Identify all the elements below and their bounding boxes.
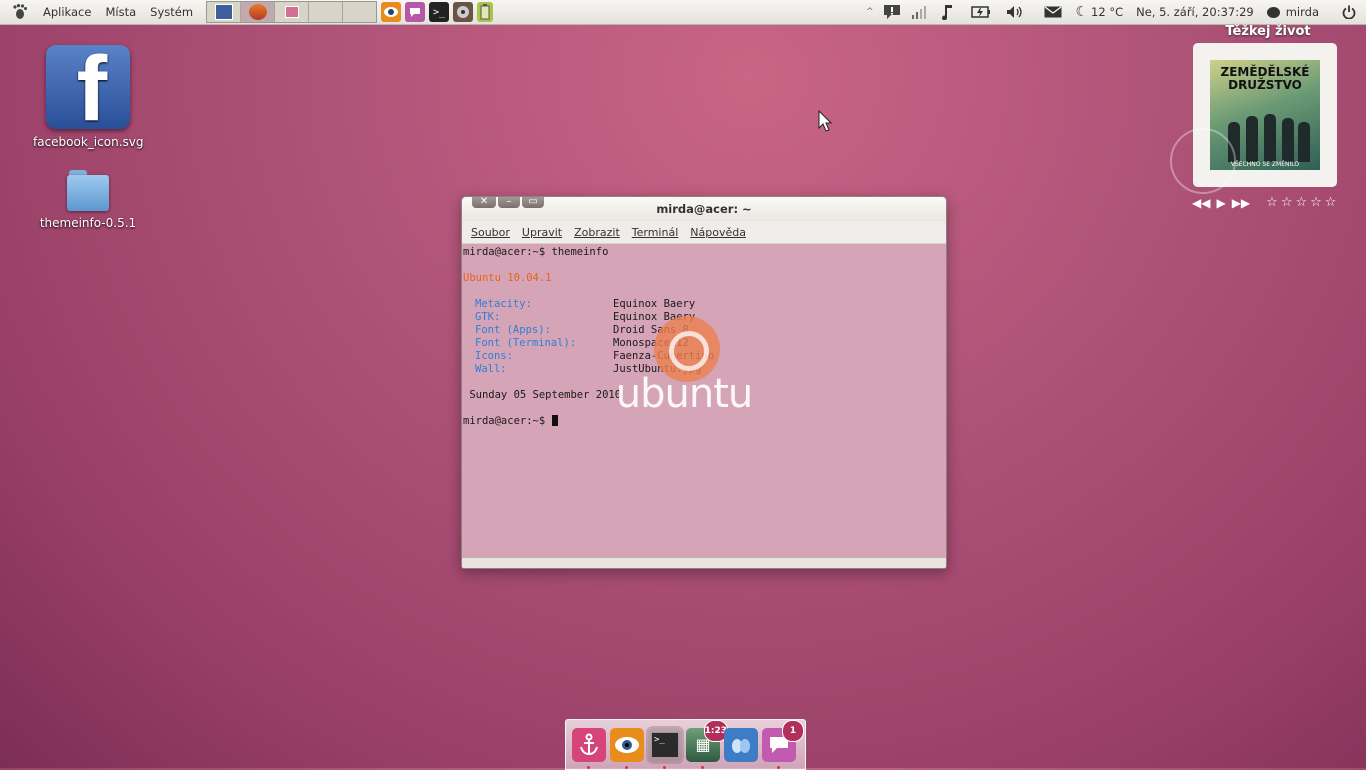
mouse-pointer-icon — [818, 110, 832, 132]
menu-mista[interactable]: Místa — [98, 5, 143, 19]
menu-soubor[interactable]: Soubor — [465, 226, 516, 239]
workspace-1[interactable] — [207, 2, 242, 22]
dock-item-empathy[interactable] — [724, 727, 758, 762]
menu-aplikace[interactable]: Aplikace — [36, 5, 98, 19]
play-icon[interactable]: ▶ — [1216, 196, 1225, 210]
terminal-line-distro: Ubuntu 10.04.1 — [463, 272, 552, 284]
system-tray: ^ ☾ 12 °C Ne, 5. září, 20:37:29 mirda — [861, 0, 1366, 24]
terminal-window: ✕ – ▭ mirda@acer: ~ Soubor Upravit Zobra… — [461, 196, 947, 569]
battery-icon[interactable] — [962, 0, 1000, 24]
empathy-icon — [732, 738, 750, 753]
menu-system[interactable]: Systém — [143, 5, 200, 19]
eye-of-gnome-launcher-icon[interactable] — [381, 2, 402, 22]
desktop-icon-label: themeinfo-0.5.1 — [39, 216, 137, 230]
menu-upravit[interactable]: Upravit — [516, 226, 568, 239]
weather-indicator[interactable]: ☾ 12 °C — [1070, 0, 1128, 24]
terminal-line-date: Sunday 05 September 2010 — [463, 389, 622, 401]
info-row: Metacity: Equinox Baery — [475, 298, 696, 310]
terminal-line-command: mirda@acer:~$ themeinfo — [463, 246, 609, 258]
workspace-4[interactable] — [309, 2, 344, 22]
rating-stars[interactable]: ☆☆☆☆☆ — [1266, 195, 1339, 210]
player-controls: ◀◀ ▶ ▶▶ ☆☆☆☆☆ — [1192, 195, 1339, 210]
terminal-cursor — [551, 415, 558, 426]
eye-of-gnome-icon — [615, 736, 639, 753]
notification-icon[interactable] — [878, 0, 906, 24]
user-menu[interactable]: mirda — [1262, 0, 1324, 24]
weather-temperature: 12 °C — [1091, 5, 1124, 19]
info-row: GTK: Equinox Baery — [475, 311, 696, 323]
info-row: Icons: Faenza-Cupertino — [475, 350, 715, 362]
workspace-2[interactable] — [241, 2, 276, 22]
desktop-icon-label: facebook_icon.svg — [33, 135, 144, 149]
music-note-icon[interactable] — [932, 0, 962, 24]
user-name: mirda — [1285, 5, 1319, 19]
next-icon[interactable]: ▶▶ — [1232, 196, 1250, 210]
tray-expand-icon[interactable]: ^ — [861, 0, 879, 24]
album-title: Těžkej život — [1225, 24, 1311, 39]
info-row: Font (Apps): Droid Sans 8 — [475, 324, 689, 336]
top-panel: Aplikace Místa Systém >_ ^ ☾ 12 °C Ne, 5… — [0, 0, 1366, 25]
folder-icon — [65, 170, 111, 212]
desktop-icon-themeinfo[interactable]: themeinfo-0.5.1 — [33, 170, 143, 230]
window-title: mirda@acer: ~ — [656, 202, 752, 216]
terminal-titlebar[interactable]: ✕ – ▭ mirda@acer: ~ — [462, 197, 946, 221]
clock-datetime: Ne, 5. září, 20:37:29 — [1136, 5, 1254, 19]
volume-icon[interactable] — [1000, 0, 1036, 24]
terminal-line-prompt: mirda@acer:~$ — [463, 415, 945, 428]
menu-terminal[interactable]: Terminál — [626, 226, 685, 239]
dock-item-terminal[interactable]: >_ — [648, 727, 682, 769]
dock-item-eye-of-gnome[interactable] — [610, 727, 644, 769]
terminal-launcher-icon[interactable]: >_ — [429, 2, 450, 22]
battery-launcher-icon[interactable] — [477, 2, 494, 22]
music-album-widget: Těžkej život ZEMĚDĚLSKÉ DRUŽSTVO VŠECHNO… — [1170, 24, 1356, 214]
workspace-switcher[interactable] — [206, 1, 378, 23]
main-menu: Aplikace Místa Systém — [0, 0, 200, 24]
terminal-bottom-border — [462, 557, 946, 568]
terminal-screen[interactable]: ubuntu mirda@acer:~$ themeinfo Ubuntu 10… — [462, 244, 946, 558]
chat-status-icon — [1266, 6, 1280, 18]
anchor-icon — [580, 733, 598, 755]
cover-title-line2: DRUŽSTVO — [1228, 78, 1302, 92]
workspace-3[interactable] — [275, 2, 310, 22]
menu-napoveda[interactable]: Nápověda — [684, 226, 752, 239]
dock-badge: 1 — [782, 719, 804, 742]
info-row: Font (Terminal): Monospace 12 — [475, 337, 689, 349]
previous-icon[interactable]: ◀◀ — [1192, 196, 1210, 210]
dock: >_ ▦ 1:23 1 — [565, 719, 806, 770]
info-row: Wall: JustUbuntu.jpg — [475, 363, 702, 375]
clock[interactable]: Ne, 5. září, 20:37:29 — [1128, 0, 1262, 24]
mail-icon[interactable] — [1036, 0, 1070, 24]
panel-launchers: >_ — [206, 0, 494, 24]
postmark-seal — [1170, 128, 1236, 194]
moon-icon: ☾ — [1075, 4, 1089, 20]
power-icon[interactable] — [1324, 0, 1366, 24]
dock-item-image[interactable]: ▦ 1:23 — [686, 719, 728, 769]
audio-player-launcher-icon[interactable] — [453, 2, 474, 22]
desktop-icon-facebook[interactable]: f facebook_icon.svg — [33, 45, 143, 149]
terminal-icon: >_ — [651, 731, 679, 758]
facebook-icon: f — [46, 45, 130, 129]
network-signal-icon[interactable] — [906, 0, 932, 24]
dock-item-messaging[interactable]: 1 — [762, 719, 804, 769]
menu-zobrazit[interactable]: Zobrazit — [568, 226, 626, 239]
messaging-launcher-icon[interactable] — [405, 2, 426, 22]
workspace-5[interactable] — [343, 2, 376, 22]
terminal-menubar: Soubor Upravit Zobrazit Terminál Nápověd… — [462, 221, 946, 244]
dock-item-anchor[interactable] — [572, 727, 606, 769]
gnome-foot-icon[interactable] — [10, 2, 30, 22]
